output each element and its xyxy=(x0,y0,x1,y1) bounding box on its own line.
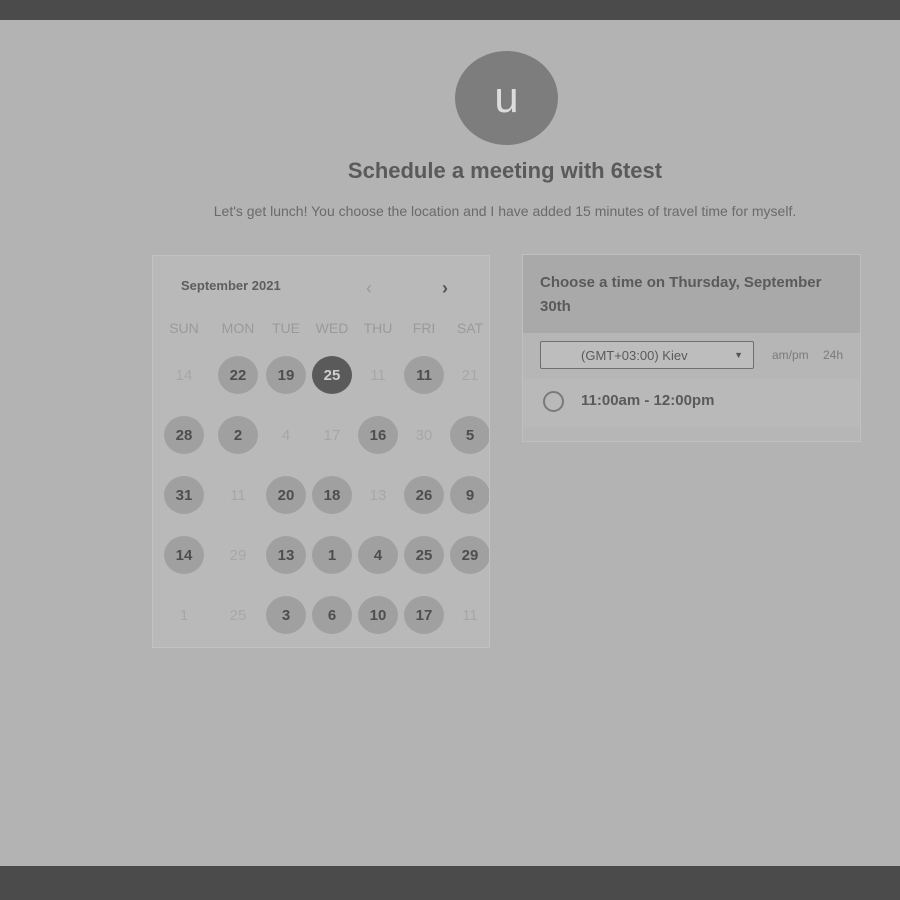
time-slot-label: 11:00am - 12:00pm xyxy=(581,392,715,409)
format-ampm-toggle[interactable]: am/pm xyxy=(772,348,809,362)
calendar-day[interactable]: 18 xyxy=(312,476,352,514)
weekday-label: TUE xyxy=(272,320,300,336)
time-panel-header: Choose a time on Thursday, September 30t… xyxy=(523,255,860,333)
calendar-day[interactable]: 11 xyxy=(404,356,444,394)
calendar-day: 21 xyxy=(461,366,479,384)
calendar-day: 4 xyxy=(281,426,291,444)
calendar-day[interactable]: 6 xyxy=(312,596,352,634)
weekday-label: MON xyxy=(221,320,255,336)
booking-page: u Schedule a meeting with 6test Let's ge… xyxy=(0,20,900,866)
calendar-day[interactable]: 31 xyxy=(164,476,204,514)
weekday-label: SUN xyxy=(169,320,199,336)
avatar-initial: u xyxy=(494,73,519,122)
chevron-left-icon[interactable]: ‹ xyxy=(359,278,379,298)
calendar-day[interactable]: 17 xyxy=(404,596,444,634)
time-slot-panel: Choose a time on Thursday, September 30t… xyxy=(522,254,861,442)
timezone-value: (GMT+03:00) Kiev xyxy=(581,347,688,363)
calendar-day: 14 xyxy=(175,366,193,384)
weekday-label: WED xyxy=(315,320,349,336)
top-frame-bar xyxy=(0,0,900,20)
calendar-day: 13 xyxy=(369,486,387,504)
calendar-day: 29 xyxy=(229,546,247,564)
calendar-day[interactable]: 28 xyxy=(164,416,204,454)
calendar-day[interactable]: 3 xyxy=(266,596,306,634)
calendar-day[interactable]: 20 xyxy=(266,476,306,514)
calendar-day: 11 xyxy=(462,606,478,624)
calendar-day: 30 xyxy=(415,426,433,444)
bottom-frame-bar xyxy=(0,866,900,900)
calendar-day: 11 xyxy=(230,486,246,504)
calendar-day[interactable]: 1 xyxy=(312,536,352,574)
radio-icon[interactable] xyxy=(543,391,564,412)
time-slot-option[interactable]: 11:00am - 12:00pm xyxy=(523,379,860,427)
weekday-label: SAT xyxy=(456,320,484,336)
page-title: Schedule a meeting with 6test xyxy=(347,158,663,183)
chevron-right-icon[interactable]: › xyxy=(435,278,455,298)
weekday-label: THU xyxy=(363,320,393,336)
calendar-day[interactable]: 16 xyxy=(358,416,398,454)
calendar-day[interactable]: 13 xyxy=(266,536,306,574)
calendar-day: 25 xyxy=(229,606,247,624)
calendar-day[interactable]: 22 xyxy=(218,356,258,394)
calendar-day[interactable]: 10 xyxy=(358,596,398,634)
calendar-day[interactable]: 2 xyxy=(218,416,258,454)
calendar-day[interactable]: 26 xyxy=(404,476,444,514)
weekday-label: FRI xyxy=(412,320,436,336)
calendar-month-label: September 2021 xyxy=(181,278,281,293)
date-picker-calendar: September 2021 ‹ › SUN MON TUE WED THU FRI SAT… xyxy=(152,255,490,648)
calendar-day[interactable]: 25 xyxy=(404,536,444,574)
format-24h-toggle[interactable]: 24h xyxy=(823,348,843,362)
event-description: Let's get lunch! You choose the location… xyxy=(213,203,797,219)
calendar-day[interactable]: 14 xyxy=(164,536,204,574)
timezone-select[interactable]: (GMT+03:00) Kiev ▼ xyxy=(540,341,754,369)
calendar-day[interactable]: 5 xyxy=(450,416,489,454)
time-panel-heading: Choose a time on Thursday, September 30t… xyxy=(540,274,822,315)
calendar-day[interactable]: 9 xyxy=(450,476,489,514)
calendar-day[interactable]: 29 xyxy=(450,536,489,574)
calendar-day[interactable]: 19 xyxy=(266,356,306,394)
calendar-day[interactable]: 4 xyxy=(358,536,398,574)
caret-down-icon: ▼ xyxy=(734,350,743,360)
calendar-day: 1 xyxy=(179,606,189,624)
avatar: u xyxy=(455,51,558,145)
calendar-day: 17 xyxy=(323,426,341,444)
calendar-day: 11 xyxy=(370,366,386,384)
calendar-day-selected[interactable]: 25 xyxy=(312,356,352,394)
